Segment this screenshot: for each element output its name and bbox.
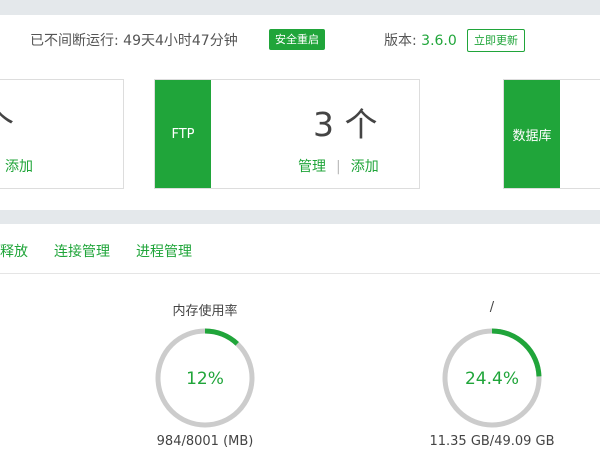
- version-info: 版本: 3.6.0: [384, 30, 457, 50]
- ftp-count: 3 个: [313, 105, 378, 144]
- tab-release[interactable]: 释放: [0, 241, 28, 261]
- disk-gauge-detail: 11.35 GB/49.09 GB: [429, 434, 555, 449]
- site-add-link[interactable]: 添加: [5, 159, 33, 175]
- tab-connection-management[interactable]: 连接管理: [54, 241, 110, 261]
- action-tabs: 释放 连接管理 进程管理: [0, 224, 600, 274]
- disk-gauge[interactable]: / 24.4% 11.35 GB/49.09 GB: [412, 300, 572, 449]
- site-count: 个: [0, 98, 14, 146]
- database-card-tag: 数据库: [504, 80, 560, 188]
- status-panel: 释放 连接管理 进程管理 内存使用率 12% 984/8001 (MB) / 2…: [0, 224, 600, 471]
- memory-gauge-ring: 12%: [155, 328, 255, 428]
- ftp-card-links: 管理 | 添加: [298, 156, 379, 176]
- tab-process-management[interactable]: 进程管理: [136, 241, 192, 261]
- memory-gauge-detail: 984/8001 (MB): [156, 434, 254, 449]
- disk-gauge-ring: 24.4%: [442, 328, 542, 428]
- update-now-button[interactable]: 立即更新: [467, 29, 525, 52]
- disk-gauge-value: 24.4%: [465, 369, 519, 389]
- site-card-links: 添加: [5, 156, 33, 176]
- ftp-card: FTP 3 个 管理 | 添加: [154, 79, 420, 189]
- database-card: 数据库: [503, 79, 600, 189]
- memory-gauge-value: 12%: [186, 369, 224, 389]
- site-card: 个 添加: [0, 79, 124, 189]
- uptime-text: 已不间断运行: 49天4小时47分钟: [30, 33, 238, 49]
- ftp-card-tag: FTP: [155, 80, 211, 188]
- safe-restart-button[interactable]: 安全重启: [269, 29, 325, 50]
- version-number: 3.6.0: [421, 33, 457, 49]
- version-label: 版本:: [384, 33, 417, 49]
- ftp-add-link[interactable]: 添加: [351, 159, 379, 175]
- top-status-bar: 已不间断运行: 49天4小时47分钟 安全重启 版本: 3.6.0 立即更新: [0, 15, 600, 65]
- memory-gauge-title: 内存使用率: [172, 304, 238, 319]
- memory-gauge[interactable]: 内存使用率 12% 984/8001 (MB): [125, 300, 285, 449]
- link-separator: |: [336, 159, 341, 175]
- overview-stats: 个 添加 FTP 3 个 管理 | 添加 数据库: [0, 65, 600, 210]
- ftp-manage-link[interactable]: 管理: [298, 159, 326, 175]
- disk-gauge-title: /: [489, 300, 495, 315]
